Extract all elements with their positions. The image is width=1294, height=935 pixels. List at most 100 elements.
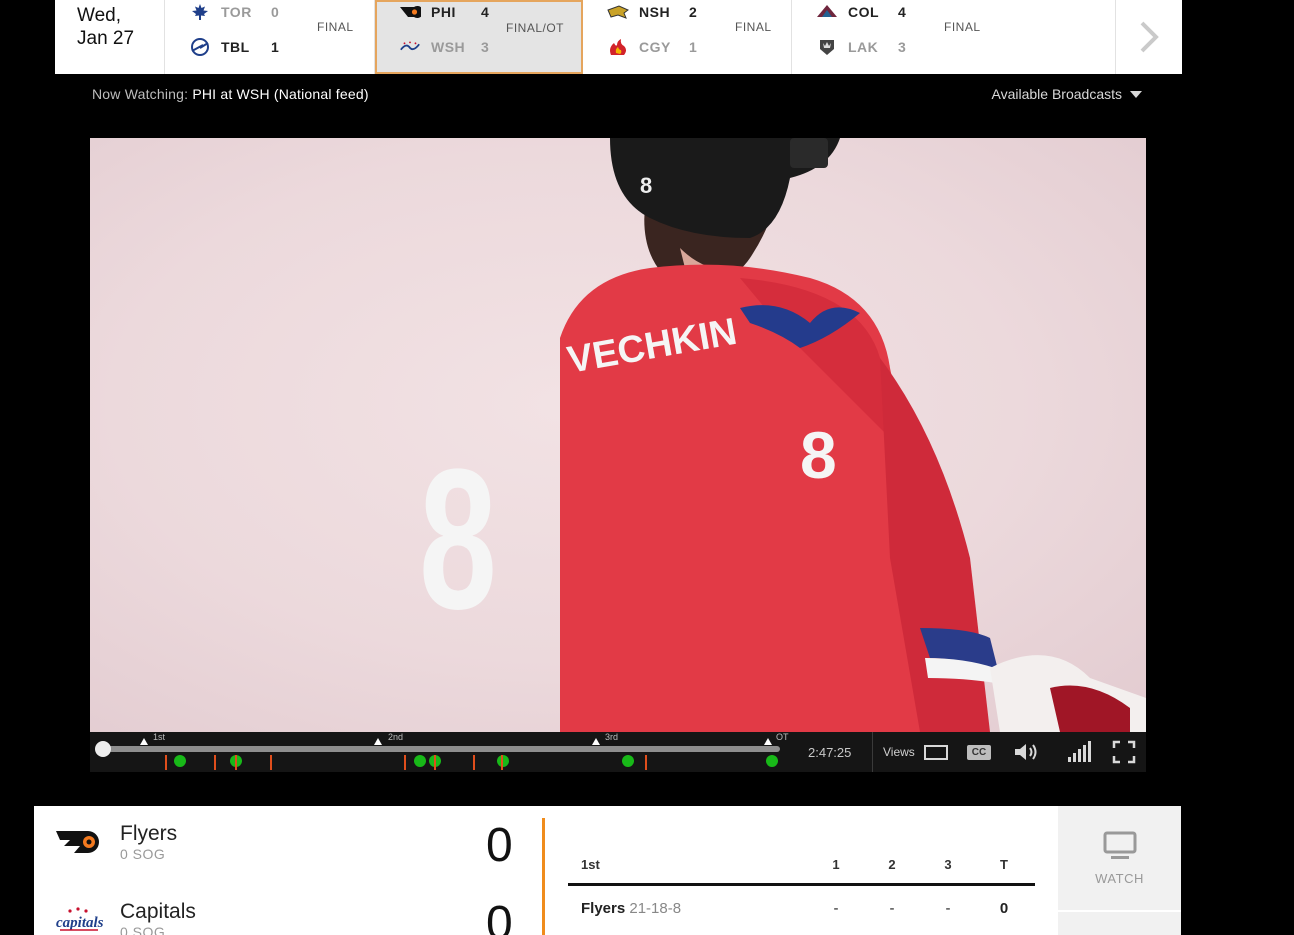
team-score: 1 [689, 39, 697, 55]
timeline-track[interactable] [100, 746, 780, 752]
team-abbr: PHI [431, 4, 456, 20]
line-score-period: 1st [581, 857, 600, 872]
predators-logo-icon [607, 3, 629, 21]
flames-logo-icon [607, 38, 629, 56]
available-broadcasts-dropdown[interactable]: Available Broadcasts [992, 86, 1142, 102]
now-watching-feed: PHI at WSH (National feed) [192, 86, 369, 102]
goal-marker[interactable] [174, 755, 186, 767]
kings-logo-icon [816, 38, 838, 56]
avalanche-logo-icon [816, 3, 838, 21]
now-watching-prefix: Now Watching: [92, 86, 193, 102]
home-team-row: TBL 1 [189, 37, 291, 57]
period-marker-label: 2nd [388, 732, 404, 742]
cc-label: CC [971, 746, 987, 758]
svg-text:8: 8 [640, 173, 652, 198]
game-status: FINAL [944, 20, 981, 34]
panel-divider [542, 818, 545, 935]
line-score-cell: - [889, 899, 895, 917]
date-weekday: Wed, [77, 5, 122, 26]
line-score-col: 1 [832, 857, 840, 872]
scoreboard-strip: Wed, Jan 27 TOR 0 TBL 1 FINAL PHI 4 WSH … [55, 0, 1182, 74]
team-abbr: LAK [848, 39, 879, 55]
period-marker-icon [764, 738, 772, 745]
goal-marker[interactable] [766, 755, 778, 767]
volume-icon [1015, 744, 1037, 760]
line-score-total: 0 [999, 899, 1009, 917]
penalty-marker[interactable] [270, 755, 272, 770]
controls-divider [872, 732, 873, 772]
line-score-col: T [1000, 857, 1008, 872]
fullscreen-button[interactable] [1112, 740, 1136, 764]
svg-text:capitals: capitals [56, 915, 104, 931]
line-score-team: Flyers [581, 899, 626, 917]
scoreboard-next-button[interactable] [1116, 0, 1182, 74]
penalty-marker[interactable] [235, 755, 237, 770]
now-watching: Now Watching: PHI at WSH (National feed) [92, 86, 369, 102]
penalty-marker[interactable] [404, 755, 406, 770]
team-score: 3 [481, 39, 489, 55]
team-abbr: TOR [221, 4, 252, 20]
penalty-marker[interactable] [434, 755, 436, 770]
watch-secondary-cell [1058, 912, 1181, 935]
game-timeline[interactable]: 1st 2nd 3rd OT [90, 732, 794, 772]
team-sog: 0 SOG [120, 924, 166, 935]
available-broadcasts-label: Available Broadcasts [991, 86, 1122, 102]
fullscreen-icon [1112, 740, 1136, 764]
period-marker-label: 3rd [605, 732, 619, 742]
team-abbr: NSH [639, 4, 671, 20]
away-team-row: PHI 4 [399, 2, 501, 22]
flyers-logo-icon [54, 822, 104, 862]
monitor-icon [1103, 831, 1136, 859]
penalty-marker[interactable] [473, 755, 475, 770]
game-phi-wsh[interactable]: PHI 4 WSH 3 FINAL/OT [375, 0, 583, 74]
game-nsh-cgy[interactable]: NSH 2 CGY 1 FINAL [583, 0, 792, 74]
views-button[interactable]: Views [883, 740, 949, 764]
quality-button[interactable] [1066, 740, 1092, 764]
capitals-logo-icon [399, 38, 421, 56]
flyers-logo-icon [399, 3, 421, 21]
game-status: FINAL/OT [506, 21, 565, 35]
period-marker-label: 1st [153, 732, 166, 742]
period-marker-icon [140, 738, 148, 745]
closed-caption-button[interactable]: CC [966, 740, 992, 764]
penalty-marker[interactable] [165, 755, 167, 770]
goal-marker[interactable] [497, 755, 509, 767]
line-score-cell: - [833, 899, 839, 917]
chevron-right-icon [1140, 21, 1159, 53]
game-tor-tbl[interactable]: TOR 0 TBL 1 FINAL [165, 0, 375, 74]
team-score: 1 [271, 39, 279, 55]
home-team-row: WSH 3 [399, 37, 501, 57]
line-score-col: 2 [888, 857, 896, 872]
jersey-number: 8 [419, 427, 497, 651]
penalty-marker[interactable] [645, 755, 647, 770]
line-score-cell: - [945, 899, 951, 917]
game-status: FINAL [317, 20, 354, 34]
away-team-row: TOR 0 [189, 2, 291, 22]
table-row: Flyers 21-18-8 - - - 0 [568, 886, 1035, 930]
video-player[interactable]: 8 VECHKIN 8 8 [90, 138, 1146, 732]
quality-bars-icon [1068, 741, 1091, 762]
period-marker-icon [374, 738, 382, 745]
goal-marker[interactable] [622, 755, 634, 767]
timeline-scrubber-handle[interactable] [95, 741, 111, 757]
team-score: 3 [898, 39, 906, 55]
period-marker-label: OT [776, 732, 789, 742]
line-score-table: 1st 1 2 3 T Flyers 21-18-8 - - - 0 [568, 846, 1035, 930]
watch-button[interactable]: WATCH [1058, 806, 1181, 910]
video-controls: 1st 2nd 3rd OT 2:47:25 Views CC [90, 732, 1146, 772]
views-screen-icon [923, 745, 948, 760]
penalty-marker[interactable] [214, 755, 216, 770]
watch-label: WATCH [1095, 870, 1144, 886]
penalty-marker[interactable] [501, 755, 503, 770]
video-frame: 8 VECHKIN 8 8 [419, 138, 1146, 732]
date-day: Jan 27 [77, 28, 135, 49]
sleeve-number: 8 [800, 418, 837, 492]
team-score: 0 [271, 4, 279, 20]
period-marker-icon [592, 738, 600, 745]
team-abbr: TBL [221, 39, 250, 55]
home-team-row: CGY 1 [607, 37, 709, 57]
team-name: Flyers [120, 822, 178, 845]
game-col-lak[interactable]: COL 4 LAK 3 FINAL [792, 0, 1116, 74]
volume-button[interactable] [1012, 740, 1042, 764]
goal-marker[interactable] [414, 755, 426, 767]
